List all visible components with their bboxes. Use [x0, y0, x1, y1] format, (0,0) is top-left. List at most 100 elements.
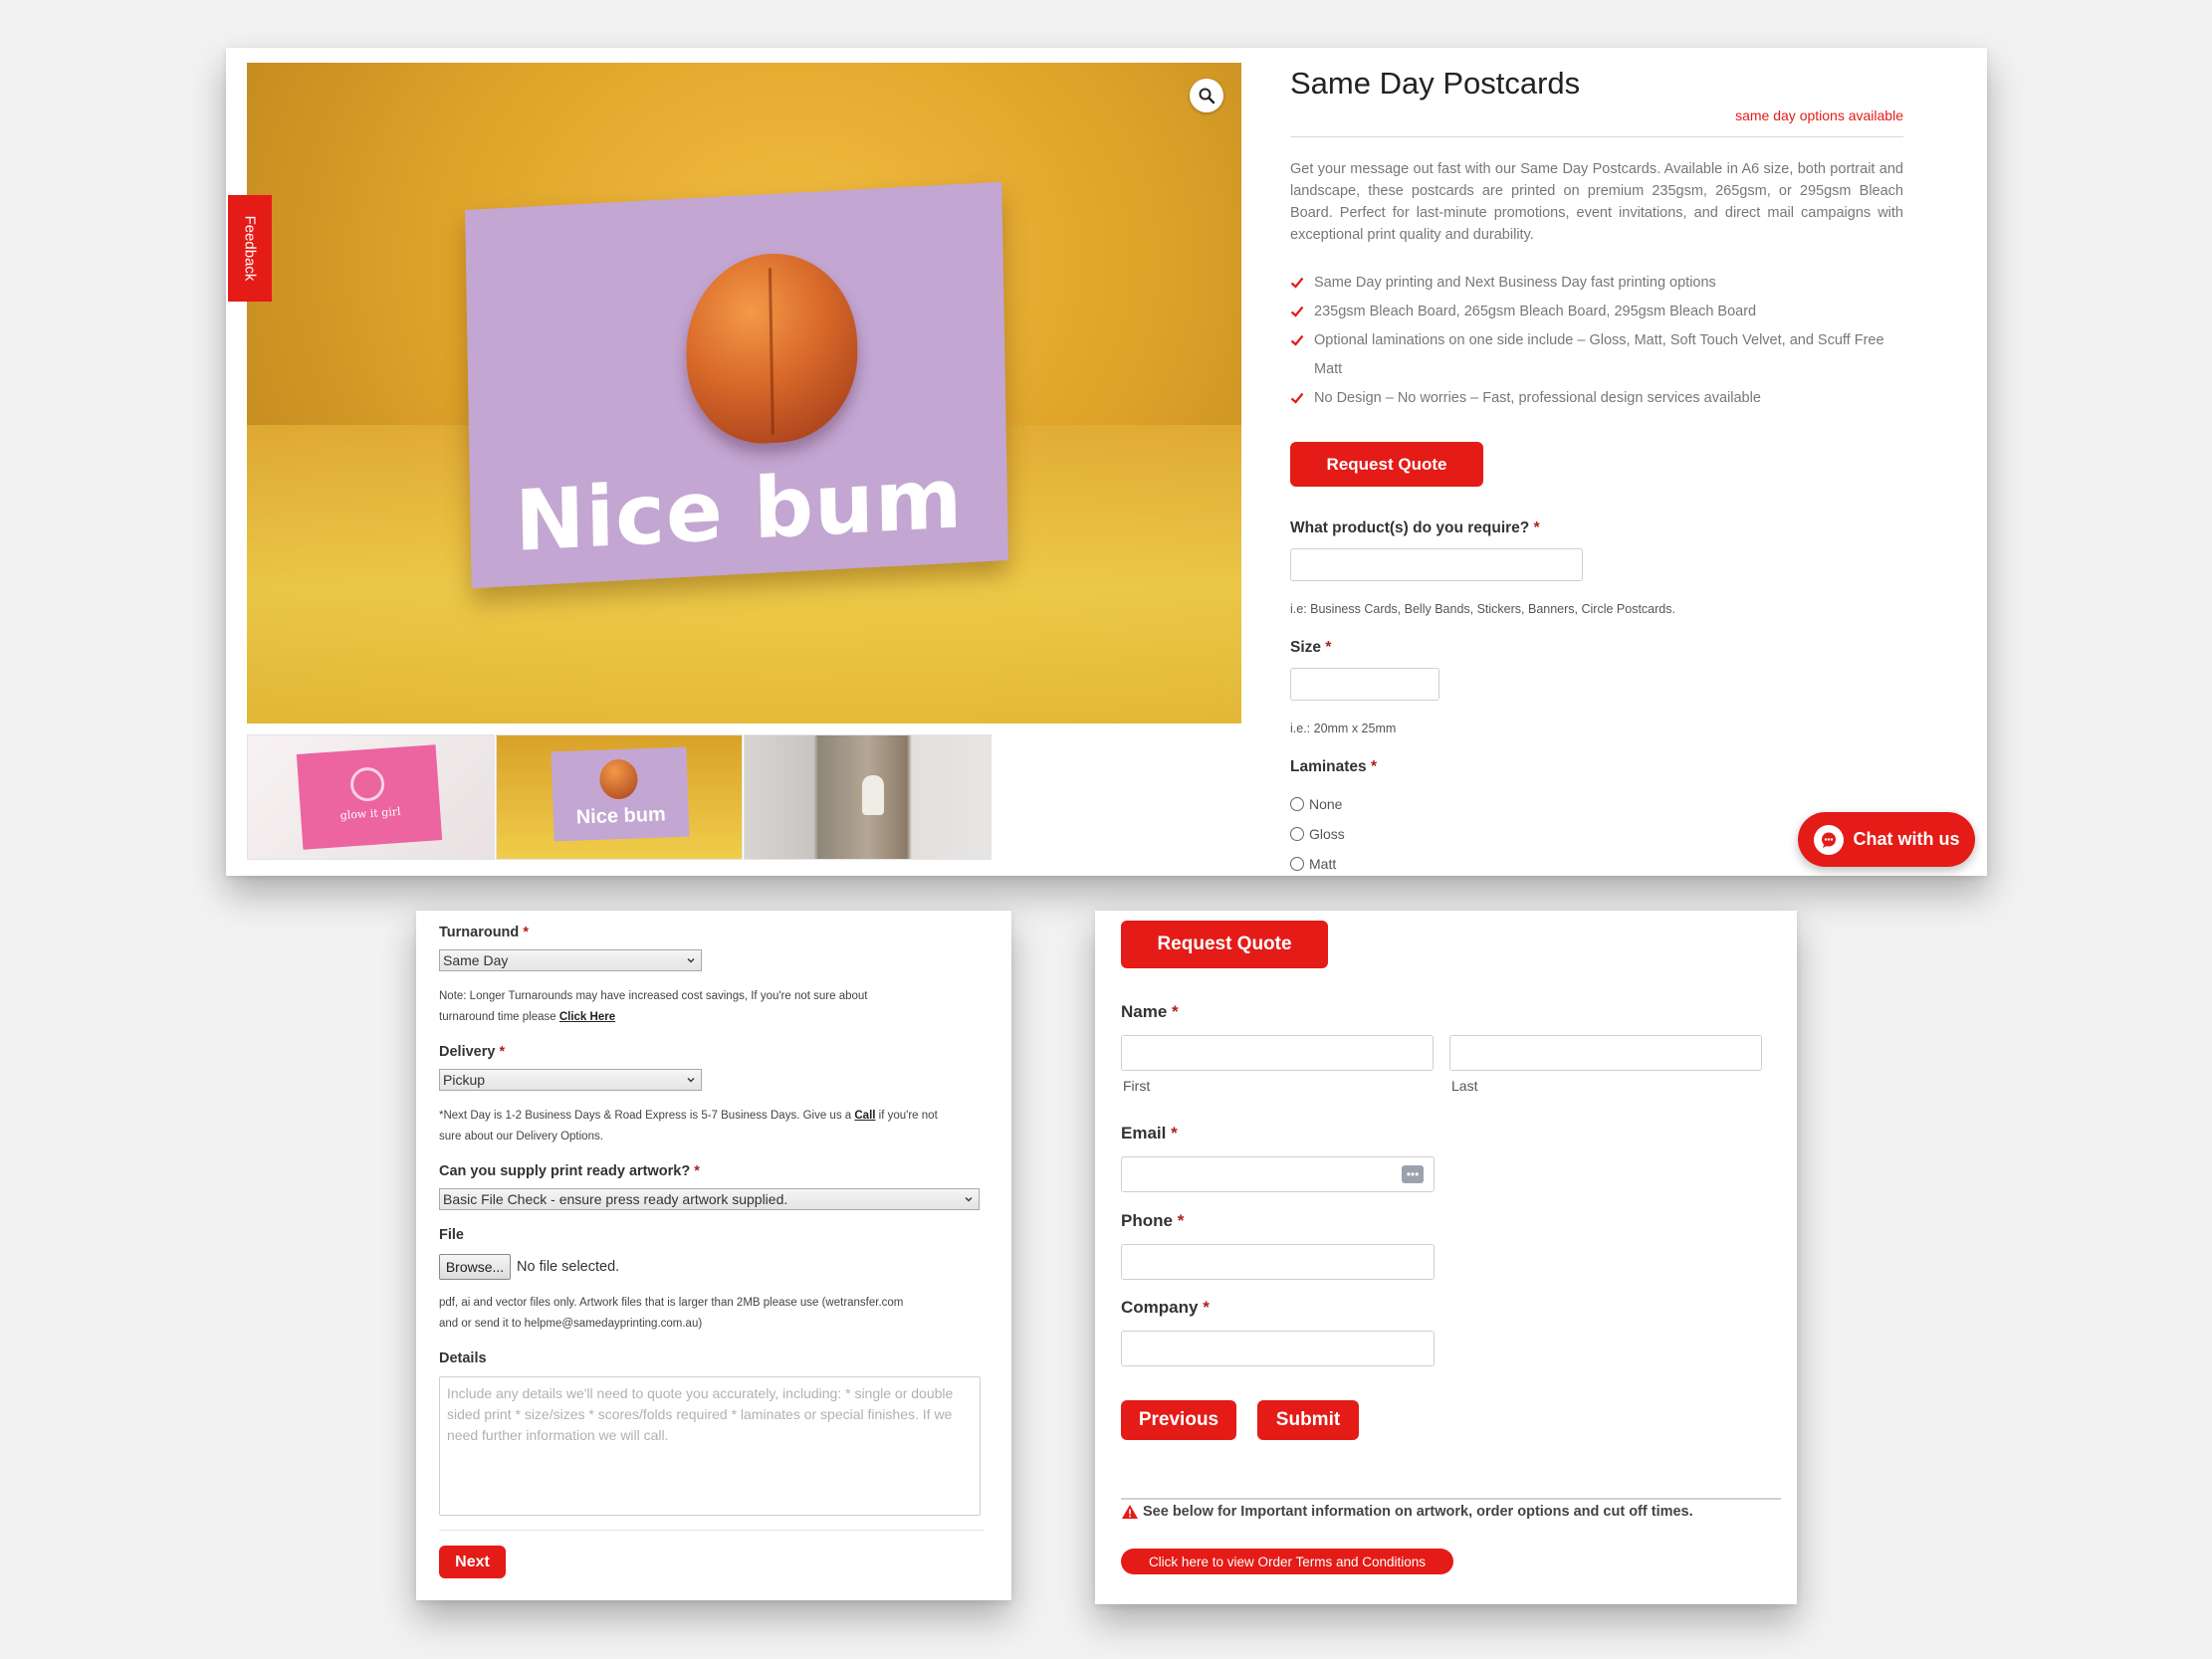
turnaround-note-line2: turnaround time please Click Here: [439, 1007, 868, 1028]
products-label: What product(s) do you require? *: [1290, 519, 1540, 537]
divider: [439, 1530, 985, 1531]
delivery-note-line3: sure about our Delivery Options.: [439, 1131, 603, 1142]
feature-list: Same Day printing and Next Business Day …: [1290, 269, 1903, 413]
feedback-label: Feedback: [241, 215, 259, 282]
request-quote-button[interactable]: Request Quote: [1121, 921, 1328, 968]
order-terms-link[interactable]: Click here to view Order Terms and Condi…: [1121, 1549, 1453, 1574]
last-sublabel: Last: [1451, 1078, 1478, 1094]
email-input[interactable]: [1121, 1156, 1435, 1192]
artwork-label-text: Can you supply print ready artwork?: [439, 1163, 691, 1179]
chevron-down-icon: [965, 1197, 973, 1202]
first-name-input[interactable]: [1121, 1035, 1434, 1071]
thumbnail-figure: [862, 775, 885, 815]
delivery-value: Pickup: [443, 1072, 486, 1088]
file-note-line1: pdf, ai and vector files only. Artwork f…: [439, 1297, 904, 1309]
artwork-value: Basic File Check - ensure press ready ar…: [443, 1191, 788, 1207]
artwork-label: Can you supply print ready artwork? *: [439, 1163, 700, 1179]
next-button[interactable]: Next: [439, 1546, 506, 1578]
details-textarea[interactable]: Include any details we'll need to quote …: [439, 1376, 981, 1516]
products-hint: i.e: Business Cards, Belly Bands, Sticke…: [1290, 602, 1675, 616]
laminate-option-matt[interactable]: Matt: [1290, 856, 1336, 872]
request-quote-button[interactable]: Request Quote: [1290, 442, 1483, 487]
company-input[interactable]: [1121, 1331, 1435, 1366]
email-label: Email *: [1121, 1124, 1178, 1143]
logo-mark: [348, 765, 386, 803]
details-label: Details: [439, 1350, 487, 1366]
laminates-label-text: Laminates: [1290, 758, 1367, 775]
postcard-photo: Nice bum: [465, 181, 1008, 589]
divider: [1121, 1498, 1781, 1500]
last-name-input[interactable]: [1449, 1035, 1762, 1071]
previous-button[interactable]: Previous: [1121, 1400, 1236, 1440]
check-icon: [1290, 334, 1304, 346]
delivery-label: Delivery *: [439, 1044, 505, 1060]
chat-button[interactable]: Chat with us: [1798, 812, 1975, 867]
product-main-image[interactable]: Nice bum: [247, 63, 1241, 724]
size-hint: i.e.: 20mm x 25mm: [1290, 722, 1397, 735]
peach-illustration: [684, 249, 859, 448]
radio-button[interactable]: [1290, 827, 1304, 841]
thumbnail-postcard: glow it girl: [296, 744, 443, 850]
feedback-tab[interactable]: Feedback: [228, 195, 272, 302]
products-input[interactable]: [1290, 548, 1583, 581]
zoom-button[interactable]: [1190, 79, 1223, 112]
required-mark: *: [1533, 519, 1540, 536]
delivery-note-text: *Next Day is 1-2 Business Days & Road Ex…: [439, 1110, 852, 1122]
check-icon: [1290, 392, 1304, 404]
quote-step2-panel: Request Quote Name * First Last Email * …: [1095, 911, 1797, 1604]
submit-button[interactable]: Submit: [1257, 1400, 1359, 1440]
laminate-option-gloss[interactable]: Gloss: [1290, 826, 1345, 842]
required-mark: *: [1171, 1124, 1178, 1142]
radio-label: Matt: [1309, 856, 1337, 872]
feature-text: 235gsm Bleach Board, 265gsm Bleach Board…: [1314, 304, 1757, 319]
autofill-key-icon[interactable]: •••: [1402, 1165, 1424, 1183]
radio-label: None: [1309, 796, 1343, 812]
feature-text: No Design – No worries – Fast, professio…: [1314, 390, 1761, 406]
turnaround-label: Turnaround *: [439, 925, 529, 940]
turnaround-select[interactable]: Same Day: [439, 949, 702, 971]
required-mark: *: [523, 925, 529, 940]
turnaround-note: Note: Longer Turnarounds may have increa…: [439, 986, 868, 1028]
required-mark: *: [1177, 1211, 1185, 1230]
artwork-select[interactable]: Basic File Check - ensure press ready ar…: [439, 1188, 980, 1210]
required-mark: *: [1203, 1298, 1210, 1317]
thumbnail-caption: Nice bum: [575, 803, 666, 829]
required-mark: *: [694, 1163, 700, 1179]
delivery-note-text2: if you're not: [878, 1110, 938, 1122]
radio-button[interactable]: [1290, 797, 1304, 811]
radio-button[interactable]: [1290, 857, 1304, 871]
feature-text: Same Day printing and Next Business Day …: [1314, 275, 1716, 291]
browse-button[interactable]: Browse...: [439, 1254, 511, 1280]
size-label-text: Size: [1290, 639, 1322, 656]
phone-input[interactable]: [1121, 1244, 1435, 1280]
delivery-select[interactable]: Pickup: [439, 1069, 702, 1091]
file-note: pdf, ai and vector files only. Artwork f…: [439, 1293, 903, 1335]
call-link[interactable]: Call: [854, 1110, 875, 1122]
chat-label: Chat with us: [1853, 829, 1960, 849]
size-input[interactable]: [1290, 668, 1439, 701]
thumbnail[interactable]: Nice bum: [495, 734, 744, 860]
click-here-link[interactable]: Click Here: [559, 1011, 615, 1023]
check-icon: [1290, 277, 1304, 289]
company-label: Company *: [1121, 1298, 1210, 1318]
quote-step1-panel: Turnaround * Same Day Note: Longer Turna…: [416, 911, 1011, 1600]
list-item: Same Day printing and Next Business Day …: [1290, 269, 1903, 298]
company-label-text: Company: [1121, 1298, 1199, 1317]
postcard-text: Nice bum: [514, 449, 965, 570]
name-label-text: Name: [1121, 1002, 1168, 1021]
list-item: Optional laminations on one side include…: [1290, 326, 1903, 384]
delivery-note: *Next Day is 1-2 Business Days & Road Ex…: [439, 1106, 938, 1147]
thumbnail[interactable]: glow it girl: [247, 734, 495, 860]
file-note-line2: and or send it to helpme@samedayprinting…: [439, 1318, 703, 1330]
delivery-label-text: Delivery: [439, 1044, 496, 1060]
laminate-option-none[interactable]: None: [1290, 796, 1342, 812]
list-item: No Design – No worries – Fast, professio…: [1290, 384, 1903, 413]
check-icon: [1290, 306, 1304, 317]
required-mark: *: [1172, 1002, 1179, 1021]
divider: [1290, 136, 1903, 137]
radio-label: Gloss: [1309, 826, 1345, 842]
required-mark: *: [1370, 758, 1378, 775]
phone-label-text: Phone: [1121, 1211, 1173, 1230]
thumbnail[interactable]: [744, 734, 993, 860]
chat-bubble-icon: [1813, 824, 1844, 855]
